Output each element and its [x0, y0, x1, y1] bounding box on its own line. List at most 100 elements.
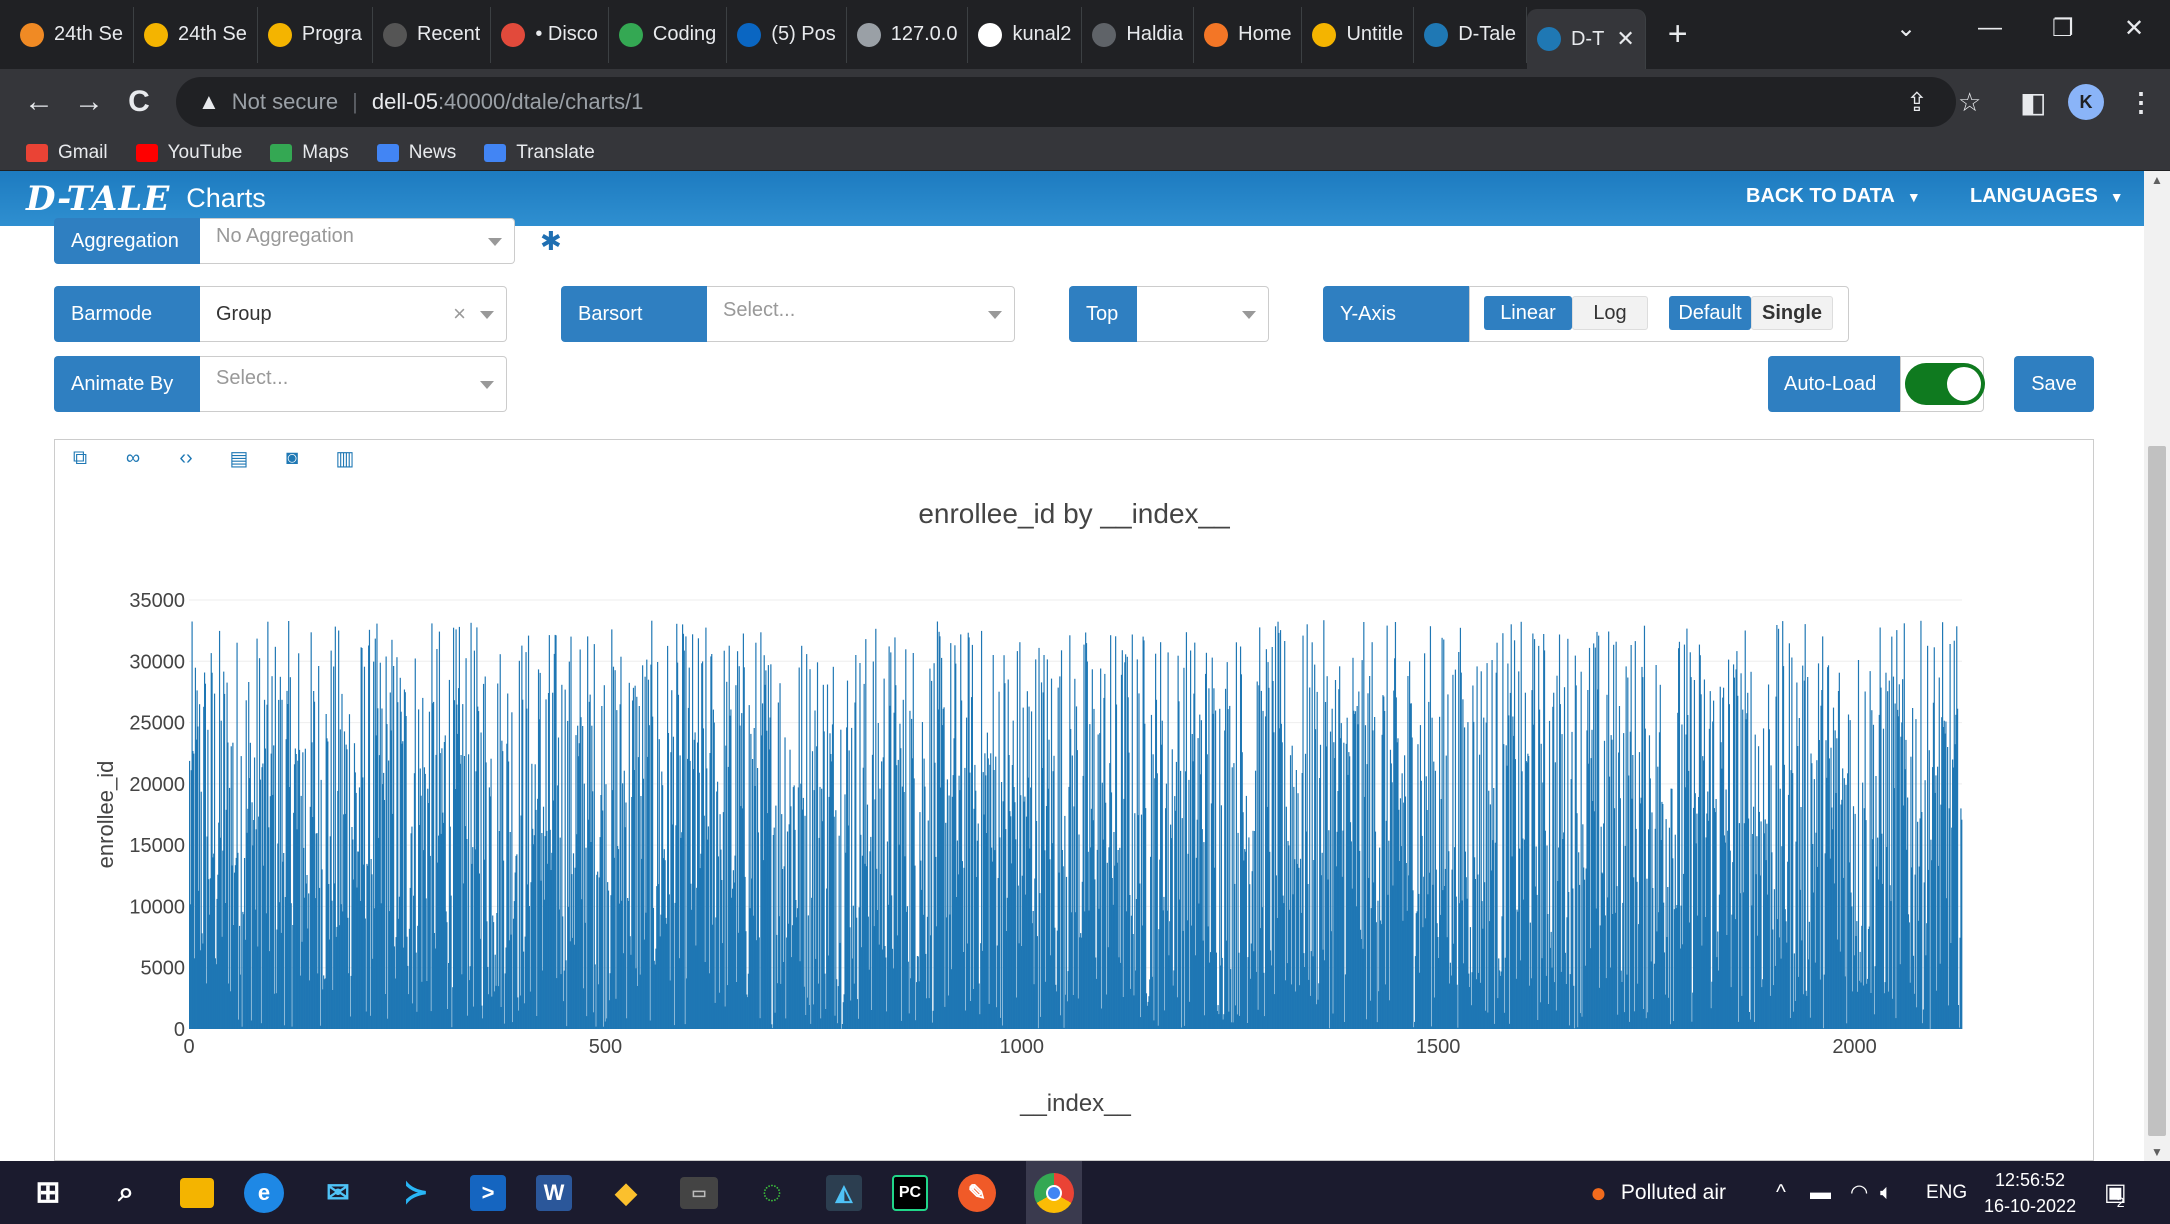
languages-menu[interactable]: LANGUAGES ▼ [1970, 185, 2124, 208]
file-explorer-icon[interactable] [180, 1177, 214, 1208]
browser-tab[interactable]: 127.0.0 [847, 6, 969, 63]
top-select[interactable] [1137, 286, 1269, 342]
y-axis-single-button[interactable]: Single [1751, 296, 1833, 330]
gear-icon[interactable]: ✱ [540, 226, 562, 257]
animate-by-select[interactable]: Select... [200, 356, 507, 412]
back-to-data-label: BACK TO DATA [1746, 185, 1895, 207]
auto-load-toggle[interactable] [1905, 363, 1985, 405]
bookmark-youtube[interactable]: YouTube [135, 142, 242, 164]
bookmark-label: News [408, 141, 457, 163]
x-tick-label: 2000 [1832, 1036, 1877, 1058]
new-tab-icon[interactable]: + [1646, 15, 1710, 54]
browser-tab[interactable]: D-T ✕ [1526, 9, 1646, 69]
scroll-up-icon[interactable]: ▲ [2144, 173, 2170, 187]
weather-widget[interactable]: ● Polluted air [1590, 1161, 1726, 1224]
close-tab-icon[interactable]: ✕ [1616, 26, 1634, 52]
pycharm-icon[interactable]: PC [892, 1174, 928, 1211]
scroll-down-icon[interactable]: ▼ [2144, 1145, 2170, 1159]
scroll-thumb[interactable] [2148, 446, 2166, 1136]
search-icon[interactable]: ⌕ [102, 1169, 150, 1217]
aggregation-select[interactable]: No Aggregation [200, 218, 515, 264]
side-panel-icon[interactable]: ◧ [2020, 79, 2046, 125]
chart-plot[interactable]: 050001000015000200002500030000350000 500 1… [55, 440, 2095, 1162]
mysql-workbench-icon[interactable]: ◭ [826, 1174, 862, 1211]
bar [237, 852, 239, 1029]
bar [946, 779, 949, 1029]
postman-icon[interactable]: ✎ [958, 1173, 996, 1212]
browser-tab-title: • Disco [535, 23, 598, 45]
bar [1580, 671, 1582, 1029]
windows-start-icon[interactable]: ⊞ [24, 1169, 72, 1217]
browser-tab[interactable]: Progra [258, 6, 373, 63]
browser-tab[interactable]: (5) Pos [727, 6, 847, 63]
python-icon[interactable]: ◆ [602, 1169, 650, 1217]
word-icon[interactable]: W [536, 1174, 572, 1211]
browser-tab-title: Home [1238, 23, 1292, 45]
bar [1059, 676, 1061, 1029]
bookmark-translate[interactable]: Translate [484, 142, 595, 164]
profile-avatar[interactable]: K [2068, 79, 2104, 125]
bar [870, 836, 872, 1029]
bar [1375, 922, 1377, 1029]
bookmark-gmail[interactable]: Gmail [26, 142, 108, 164]
browser-tab[interactable]: Home [1194, 6, 1303, 63]
browser-tab[interactable]: Recent [373, 6, 492, 63]
bar [1121, 650, 1123, 1029]
barmode-select[interactable]: Group × [200, 286, 507, 342]
bar [1062, 866, 1064, 1029]
share-icon[interactable]: ⇪ [1906, 79, 1928, 125]
language-indicator[interactable]: ENG [1926, 1161, 1967, 1224]
browser-toolbar: ← → C ▲ Not secure | dell-05 :40000/dtal… [0, 69, 2170, 135]
mail-icon[interactable]: ✉ [314, 1169, 362, 1217]
y-tick-label: 5000 [141, 958, 186, 980]
browser-tab[interactable]: D-Tale [1414, 6, 1527, 63]
kebab-menu-icon[interactable]: ⋮ [2128, 79, 2154, 125]
bookmark-news[interactable]: News [376, 141, 457, 164]
close-window-icon[interactable]: ✕ [2124, 0, 2144, 56]
save-button[interactable]: Save [2014, 356, 2094, 412]
browser-tab[interactable]: Haldia [1082, 6, 1195, 63]
show-hidden-icons[interactable]: ^ [1776, 1161, 1786, 1224]
y-axis-log-button[interactable]: Log [1572, 296, 1648, 330]
barsort-select[interactable]: Select... [707, 286, 1015, 342]
anaconda-icon[interactable]: ◌ [748, 1169, 796, 1217]
bar [466, 839, 468, 1029]
tab-search-chevron-icon[interactable]: ⌄ [1896, 0, 1916, 56]
browser-tab[interactable]: • Disco [491, 6, 609, 63]
page-scrollbar[interactable]: ▲ ▼ [2144, 171, 2170, 1161]
bar [1915, 719, 1917, 1029]
clock-time: 12:56:52 [1995, 1170, 2066, 1190]
browser-tab[interactable]: 24th Se [134, 6, 258, 63]
back-to-data-menu[interactable]: BACK TO DATA ▼ [1746, 185, 1921, 208]
bookmark-star-icon[interactable]: ☆ [1958, 79, 1981, 125]
search-icon [1424, 22, 1449, 47]
y-axis-linear-button[interactable]: Linear [1484, 296, 1572, 330]
back-arrow-icon[interactable]: ← [14, 85, 64, 119]
edge-icon[interactable]: e [244, 1172, 284, 1213]
powershell-icon[interactable]: > [470, 1174, 506, 1211]
clock[interactable]: 12:56:52 16-10-2022 [1984, 1167, 2076, 1219]
bar [1156, 773, 1158, 1029]
notifications-icon[interactable]: ▣ 2 [2104, 1161, 2127, 1224]
minimize-icon[interactable]: — [1978, 0, 2002, 56]
chrome-icon[interactable] [1026, 1161, 1082, 1224]
bar [318, 887, 321, 1029]
terminal-icon[interactable]: ▭ [680, 1176, 718, 1209]
address-bar[interactable]: ▲ Not secure | dell-05 :40000/dtale/char… [176, 77, 1956, 127]
browser-tab[interactable]: kunal2 [968, 6, 1083, 63]
browser-tab[interactable]: Untitle [1302, 6, 1415, 63]
bar [1872, 724, 1875, 1029]
wifi-icon[interactable]: ◠ [1850, 1161, 1868, 1224]
vscode-icon[interactable]: ≻ [392, 1169, 440, 1217]
restore-icon[interactable]: ❐ [2052, 0, 2074, 56]
browser-tab[interactable]: Coding [609, 6, 728, 63]
browser-tab[interactable]: 24th Se [10, 6, 134, 63]
y-axis-default-button[interactable]: Default [1669, 296, 1751, 330]
reload-icon[interactable]: C [114, 85, 164, 119]
clear-icon[interactable]: × [453, 301, 466, 327]
battery-icon[interactable]: ▬ [1810, 1161, 1831, 1224]
volume-icon[interactable]: 🔈︎ [1880, 1161, 1893, 1224]
bookmark-maps[interactable]: Maps [270, 142, 349, 164]
bar [1808, 921, 1810, 1029]
forward-arrow-icon[interactable]: → [64, 85, 114, 119]
